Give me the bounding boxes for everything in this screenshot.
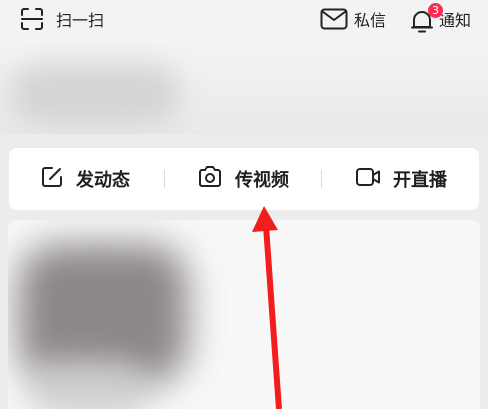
post-update-label: 发动态 (76, 170, 130, 191)
upload-video-button[interactable]: 传视频 (197, 148, 289, 210)
edit-icon (40, 165, 64, 193)
top-bar: 扫一扫 私信 3 通知 (0, 0, 488, 44)
message-label: 私信 (354, 11, 387, 30)
action-card: 发动态 传视频 开直播 (9, 148, 479, 210)
blurred-feed-content (8, 220, 480, 409)
scan-label: 扫一扫 (56, 11, 105, 30)
go-live-button[interactable]: 开直播 (355, 148, 447, 210)
blurred-banner (0, 44, 488, 134)
envelope-icon (320, 8, 354, 34)
post-update-button[interactable]: 发动态 (40, 148, 130, 210)
bell-icon: 3 (409, 3, 443, 34)
blurred-shape (28, 360, 148, 409)
camera-icon (197, 165, 223, 193)
message-button[interactable]: 私信 (320, 8, 386, 34)
go-live-label: 开直播 (393, 170, 447, 191)
scan-icon (20, 7, 56, 35)
notify-label: 通知 (439, 11, 472, 30)
upload-video-label: 传视频 (235, 170, 289, 191)
video-camera-icon (355, 165, 381, 193)
notify-button[interactable]: 3 通知 (409, 3, 472, 34)
notification-badge: 3 (428, 3, 443, 18)
blurred-shape (10, 64, 180, 124)
divider (164, 170, 165, 188)
scan-button[interactable]: 扫一扫 (20, 8, 104, 34)
divider (321, 170, 322, 188)
